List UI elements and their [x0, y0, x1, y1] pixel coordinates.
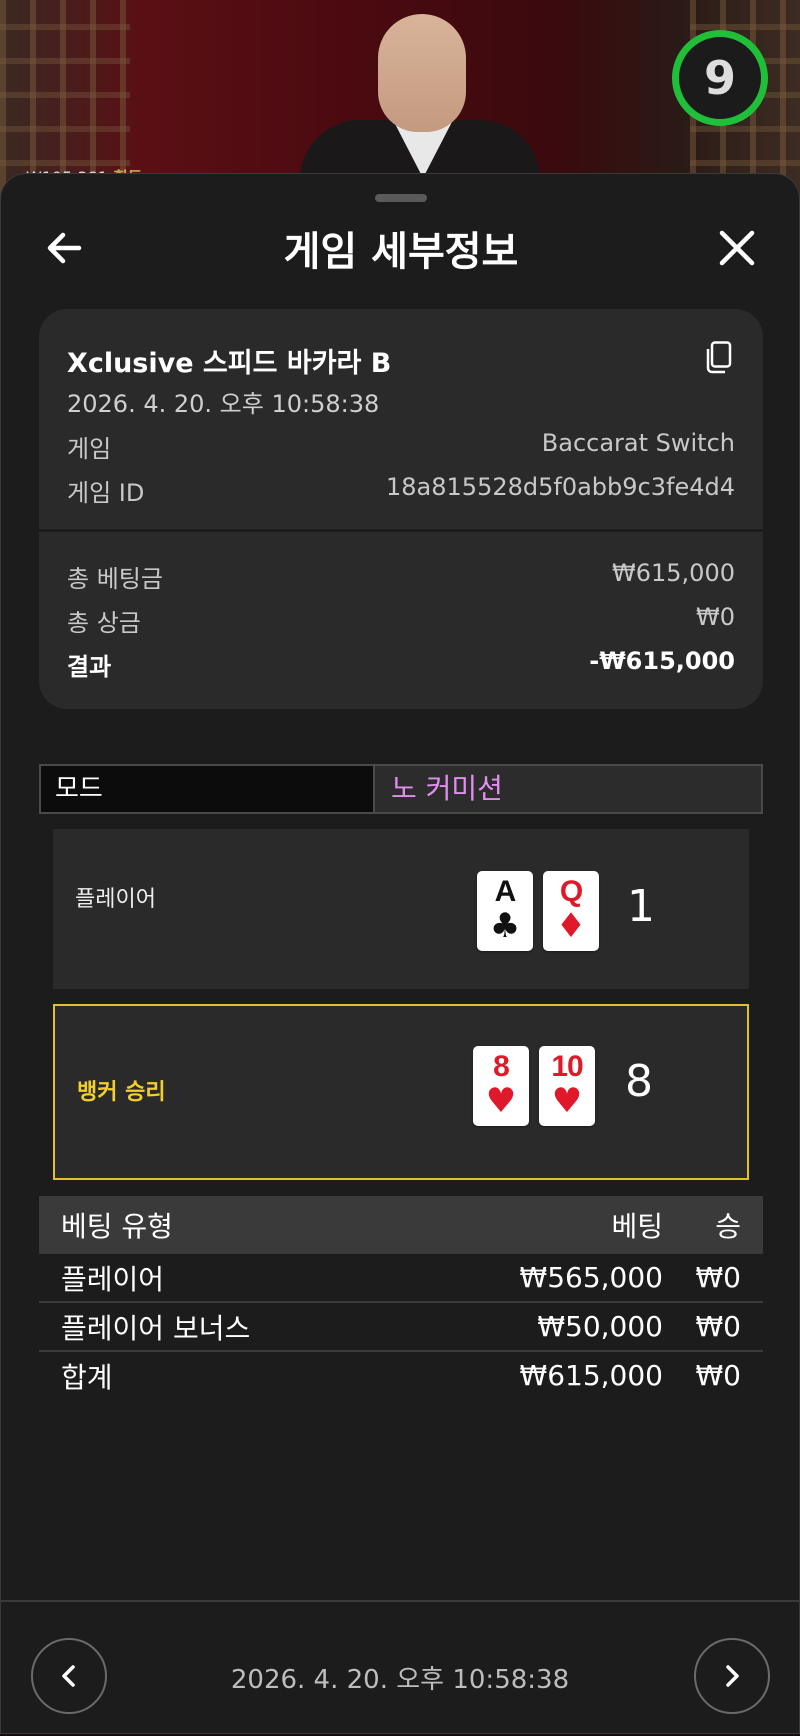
round-timer: 9	[672, 30, 768, 126]
round-navigation: 2026. 4. 20. 오후 10:58:38	[1, 1600, 799, 1736]
game-id-row: 게임 ID 18a815528d5f0abb9c3fe4d4	[67, 473, 735, 508]
game-id-label: 게임 ID	[67, 479, 145, 507]
table-row: 플레이어 ₩565,000 ₩0	[39, 1254, 763, 1303]
heart-suit-icon: ♥	[551, 1081, 583, 1121]
live-video-backdrop: 9 ₩195,381 획득	[0, 0, 800, 200]
game-value: Baccarat Switch	[541, 429, 735, 457]
player-score: 1	[627, 881, 655, 932]
player-card-2: Q ♦	[543, 871, 599, 951]
banker-score: 8	[625, 1056, 653, 1107]
round-datetime: 2026. 4. 20. 오후 10:58:38	[67, 390, 380, 418]
chevron-right-icon	[726, 1665, 739, 1687]
result-value: -₩615,000	[589, 647, 735, 675]
card-rank: 8	[493, 1050, 510, 1083]
round-summary-card: Xclusive 스피드 바카라 B 2026. 4. 20. 오후 10:58…	[39, 309, 763, 709]
banker-win-label: 뱅커 승리	[77, 1080, 166, 1105]
player-hand: 플레이어 A ♣ Q ♦ 1	[53, 829, 749, 989]
club-suit-icon: ♣	[489, 906, 521, 946]
bet-type: 플레이어	[61, 1262, 165, 1296]
table-row-total: 합계 ₩615,000 ₩0	[39, 1352, 763, 1399]
total-win-value: ₩0	[696, 603, 735, 631]
card-rank: Q	[559, 875, 583, 908]
total-win-row: 총 상금 ₩0	[67, 603, 735, 638]
game-id-value: 18a815528d5f0abb9c3fe4d4	[386, 473, 735, 501]
game-label: 게임	[67, 435, 112, 463]
mode-label: 모드	[41, 766, 375, 812]
header-bet: 베팅	[611, 1210, 663, 1243]
card-rank: A	[494, 875, 517, 908]
banker-card-2: 10 ♥	[539, 1046, 595, 1126]
game-details-sheet: 게임 세부정보 Xclusive 스피드 바카라 B 2026. 4. 20. …	[0, 173, 800, 1734]
banker-hand-winner: 뱅커 승리 8 ♥ 10 ♥ 8	[53, 1004, 749, 1180]
diamond-suit-icon: ♦	[555, 906, 587, 946]
banker-card-1: 8 ♥	[473, 1046, 529, 1126]
result-label: 결과	[67, 653, 112, 681]
next-round-button[interactable]	[694, 1638, 770, 1714]
bets-table-header: 베팅 유형 베팅 승	[39, 1196, 763, 1254]
win-amount: ₩0	[695, 1310, 742, 1343]
bet-amount: ₩615,000	[519, 1359, 663, 1392]
mode-value: 노 커미션	[375, 766, 761, 812]
footer-datetime: 2026. 4. 20. 오후 10:58:38	[230, 1665, 570, 1695]
result-row: 결과 -₩615,000	[67, 647, 735, 682]
total-win-label: 총 상금	[67, 609, 141, 637]
drag-handle[interactable]	[375, 194, 427, 202]
page-title: 게임 세부정보	[283, 229, 519, 275]
total-bet-row: 총 베팅금 ₩615,000	[67, 559, 735, 594]
bets-table: 베팅 유형 베팅 승 플레이어 ₩565,000 ₩0 플레이어 보너스 ₩50…	[39, 1196, 763, 1399]
table-name: Xclusive 스피드 바카라 B	[67, 348, 392, 379]
close-icon[interactable]	[713, 224, 761, 272]
game-row: 게임 Baccarat Switch	[67, 429, 735, 464]
player-label: 플레이어	[75, 887, 156, 912]
player-card-1: A ♣	[477, 871, 533, 951]
heart-suit-icon: ♥	[485, 1081, 517, 1121]
card-rank: 10	[551, 1050, 583, 1083]
win-amount: ₩0	[695, 1261, 742, 1294]
divider	[39, 529, 763, 532]
bet-amount: ₩565,000	[519, 1261, 663, 1294]
mode-row: 모드 노 커미션	[39, 764, 763, 814]
table-row: 플레이어 보너스 ₩50,000 ₩0	[39, 1303, 763, 1352]
header-bet-type: 베팅 유형	[61, 1210, 173, 1243]
win-amount: ₩0	[695, 1359, 742, 1392]
copy-icon[interactable]	[703, 341, 733, 375]
header-win: 승	[715, 1210, 741, 1243]
bet-type: 합계	[61, 1360, 113, 1394]
bet-amount: ₩50,000	[537, 1310, 663, 1343]
bet-type: 플레이어 보너스	[61, 1311, 251, 1345]
total-bet-label: 총 베팅금	[67, 565, 163, 593]
dealer-head	[378, 14, 466, 132]
total-bet-value: ₩615,000	[612, 559, 735, 587]
